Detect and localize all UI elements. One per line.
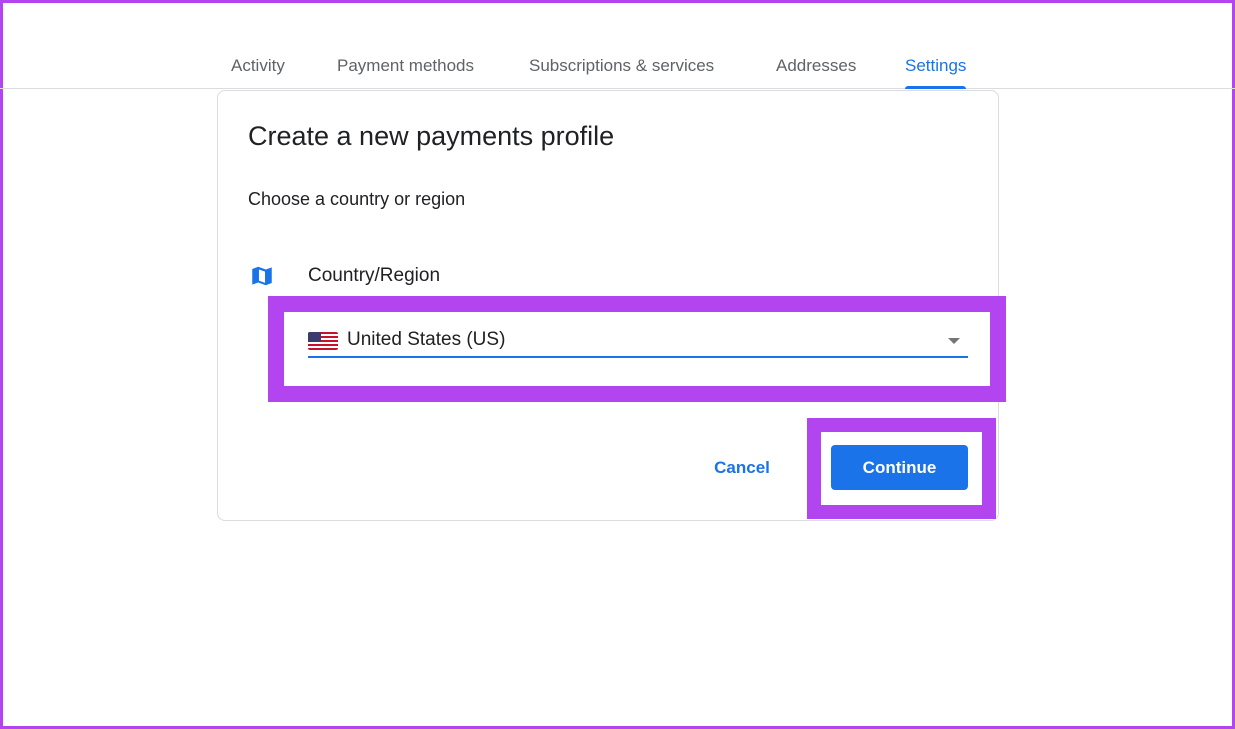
tab-payment-methods[interactable]: Payment methods: [337, 56, 474, 89]
dialog-title: Create a new payments profile: [248, 121, 615, 151]
active-tab-indicator: [905, 86, 967, 89]
tab-label: Addresses: [776, 56, 857, 75]
top-tab-bar: Activity Payment methods Subscriptions &…: [0, 0, 1235, 89]
selected-country: United States (US): [347, 329, 506, 350]
dialog-subtitle: Choose a country or region: [248, 189, 466, 209]
tab-addresses[interactable]: Addresses: [776, 56, 856, 89]
tab-label: Activity: [231, 56, 285, 75]
dropdown-arrow-icon: [948, 338, 960, 344]
us-flag-icon: [308, 332, 338, 350]
tab-settings[interactable]: Settings: [905, 56, 967, 89]
cancel-button[interactable]: Cancel: [698, 447, 786, 489]
tab-label: Payment methods: [337, 56, 475, 75]
tab-label: Subscriptions & services: [529, 56, 715, 75]
tab-activity[interactable]: Activity: [231, 56, 285, 89]
continue-button[interactable]: Continue: [831, 445, 968, 490]
tab-subscriptions-services[interactable]: Subscriptions & services: [529, 56, 714, 89]
country-select[interactable]: United States (US): [308, 322, 968, 358]
map-icon: [252, 266, 272, 286]
tab-label: Settings: [905, 56, 967, 75]
country-region-label: Country/Region: [308, 265, 441, 286]
